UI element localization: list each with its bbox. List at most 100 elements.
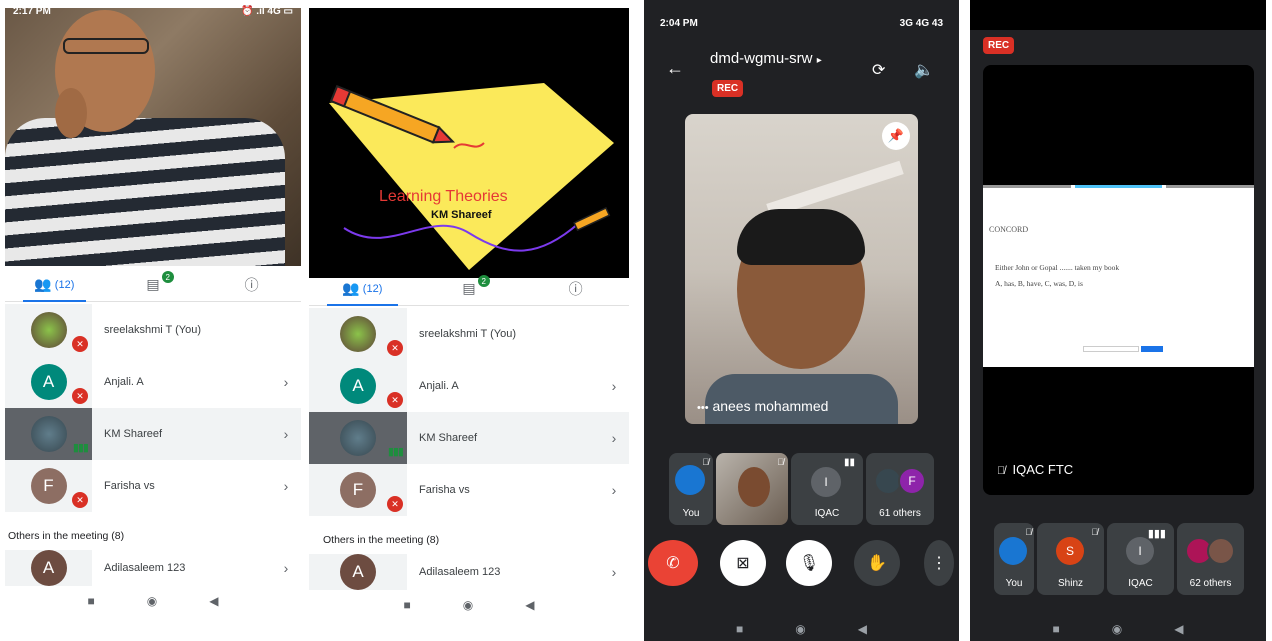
- participant-row[interactable]: A ✕ Anjali. A ›: [5, 356, 301, 408]
- speaker-video: [5, 8, 301, 266]
- participant-row[interactable]: F ✕ Farisha vs ›: [5, 460, 301, 512]
- mic-off-icon: ✕: [387, 496, 403, 512]
- tile-label: Shinz: [1057, 578, 1083, 589]
- participant-row[interactable]: A Adilasaleem 123 ›: [309, 554, 629, 590]
- tile-others[interactable]: F 61 others: [866, 453, 934, 525]
- back-icon[interactable]: ◀: [858, 622, 867, 636]
- participant-row[interactable]: A Adilasaleem 123 ›: [5, 550, 301, 586]
- mic-off-icon: 🎙̸: [1025, 527, 1032, 537]
- chevron-right-icon[interactable]: ›: [599, 430, 629, 446]
- tab-info[interactable]: ⓘ: [522, 272, 629, 305]
- participant-thumb: ▮▮▮: [5, 408, 92, 460]
- participants-screen-1: 2:17 PM ⏰ .ıl 4G ▭ 👥 (12) ▤ 2 ⓘ ✕ sreelak…: [5, 0, 301, 641]
- tab-info[interactable]: ⓘ: [202, 268, 301, 301]
- camera-off-button[interactable]: ⊠: [720, 540, 766, 586]
- speaker-icon[interactable]: 🔈: [914, 60, 934, 80]
- participant-name: Anjali. A: [104, 376, 144, 388]
- recents-icon[interactable]: ■: [88, 594, 95, 608]
- presentation-video: Learning Theories KM Shareef: [309, 8, 629, 278]
- tile-iqac[interactable]: I ▮▮▮ IQAC: [1107, 523, 1174, 595]
- presenter-name: IQAC FTC: [1012, 462, 1074, 477]
- avatar: F: [340, 472, 376, 508]
- back-icon[interactable]: ◀: [209, 594, 218, 608]
- tab-people[interactable]: 👥 (12): [309, 272, 416, 306]
- slide-graphic: Learning Theories KM Shareef: [329, 83, 614, 270]
- mic-off-icon: ✕: [387, 340, 403, 356]
- slide-subtitle: KM Shareef: [431, 209, 492, 221]
- recents-icon[interactable]: ■: [1053, 622, 1060, 636]
- speaker-label: ••• anees mohammed: [697, 398, 828, 414]
- chevron-right-icon[interactable]: ›: [271, 374, 301, 390]
- chevron-right-icon[interactable]: ›: [271, 426, 301, 442]
- participant-row[interactable]: ▮▮▮ KM Shareef ›: [5, 408, 301, 460]
- speaking-icon: ▮▮▮: [1147, 528, 1166, 540]
- speaking-icon: ▮▮: [843, 457, 855, 468]
- android-nav-bar: ■ ◉ ◀: [644, 622, 959, 636]
- info-icon: ⓘ: [568, 280, 583, 297]
- participant-face: [738, 467, 770, 507]
- avatar: [999, 537, 1027, 565]
- home-icon[interactable]: ◉: [795, 622, 805, 636]
- more-icon[interactable]: •••: [697, 402, 709, 414]
- home-icon[interactable]: ◉: [147, 594, 157, 608]
- participant-thumb: F ✕: [309, 464, 407, 516]
- tab-people[interactable]: 👥 (12): [5, 268, 104, 302]
- speaker-name: anees mohammed: [712, 398, 829, 414]
- android-nav-bar: ■ ◉ ◀: [309, 598, 629, 612]
- participant-thumb: ✕: [5, 304, 92, 356]
- tile-label: 62 others: [1189, 578, 1232, 589]
- chevron-right-icon[interactable]: ›: [271, 478, 301, 494]
- back-icon[interactable]: ◀: [525, 598, 534, 612]
- avatar: A: [30, 550, 67, 586]
- back-icon[interactable]: ◀: [1174, 622, 1183, 636]
- doc-line-1: Either John or Gopal ....... taken my bo…: [995, 263, 1120, 272]
- participant-thumb: ▮▮▮: [309, 412, 407, 464]
- tile-shinz[interactable]: S 🎙̸ Shinz: [1037, 523, 1104, 595]
- doc-url-field: [1083, 346, 1139, 352]
- tab-chat[interactable]: ▤ 2: [104, 268, 203, 301]
- tile-iqac[interactable]: I ▮▮ IQAC: [791, 453, 863, 525]
- meeting-code[interactable]: dmd-wgmu-srw ▸: [710, 50, 822, 67]
- participant-name: Adilasaleem 123: [419, 566, 501, 578]
- avatar: [340, 420, 376, 456]
- more-options-button[interactable]: ⋮: [924, 540, 954, 586]
- others-section-label: Others in the meeting (8): [8, 530, 125, 542]
- raise-hand-button[interactable]: ✋: [854, 540, 900, 586]
- switch-camera-icon[interactable]: ⟳: [872, 60, 885, 80]
- status-bar: 2:17 PM ⏰ .ıl 4G ▭: [5, 0, 301, 22]
- participant-name: KM Shareef: [104, 428, 163, 440]
- tile-others[interactable]: 62 others: [1177, 523, 1244, 595]
- participant-row[interactable]: ▮▮▮ KM Shareef ›: [309, 412, 629, 464]
- home-icon[interactable]: ◉: [1112, 622, 1122, 636]
- chevron-right-icon[interactable]: ›: [599, 564, 629, 580]
- status-bar: 2:04 PM 3G 4G 43: [644, 0, 959, 46]
- mic-off-button[interactable]: 🎙: [786, 540, 832, 586]
- tile-you[interactable]: 🎙̸ You: [994, 523, 1034, 595]
- chevron-right-icon[interactable]: ›: [599, 378, 629, 394]
- participant-row[interactable]: ✕ sreelakshmi T (You): [5, 304, 301, 356]
- presentation-call-screen: REC CONCORD Either John or Gopal .......…: [970, 0, 1266, 641]
- speaker-shirt: [5, 118, 285, 266]
- chat-badge: 2: [477, 275, 490, 287]
- glasses: [63, 38, 149, 54]
- presentation-tile[interactable]: CONCORD Either John or Gopal ....... tak…: [983, 65, 1254, 495]
- participant-row[interactable]: ✕ sreelakshmi T (You): [309, 308, 629, 360]
- avatar: A: [340, 554, 376, 590]
- main-video-tile[interactable]: 📌 ••• anees mohammed: [685, 114, 918, 424]
- avatar: [675, 465, 705, 495]
- home-icon[interactable]: ◉: [463, 598, 473, 612]
- recents-icon[interactable]: ■: [736, 622, 743, 636]
- participant-row[interactable]: A ✕ Anjali. A ›: [309, 360, 629, 412]
- end-call-button[interactable]: ✆: [648, 540, 698, 586]
- participant-row[interactable]: F ✕ Farisha vs ›: [309, 464, 629, 516]
- mic-off-icon: 🎙̸: [997, 465, 1006, 477]
- chevron-right-icon[interactable]: ›: [271, 560, 301, 576]
- tile-video[interactable]: 🎙̸: [716, 453, 788, 525]
- pin-icon[interactable]: 📌: [882, 122, 910, 150]
- chevron-right-icon[interactable]: ›: [599, 482, 629, 498]
- tab-chat[interactable]: ▤ 2: [416, 272, 523, 305]
- shared-document: CONCORD Either John or Gopal ....... tak…: [983, 185, 1254, 367]
- back-arrow-icon[interactable]: ←: [666, 58, 684, 79]
- tile-you[interactable]: 🎙̸ You: [669, 453, 713, 525]
- recents-icon[interactable]: ■: [404, 598, 411, 612]
